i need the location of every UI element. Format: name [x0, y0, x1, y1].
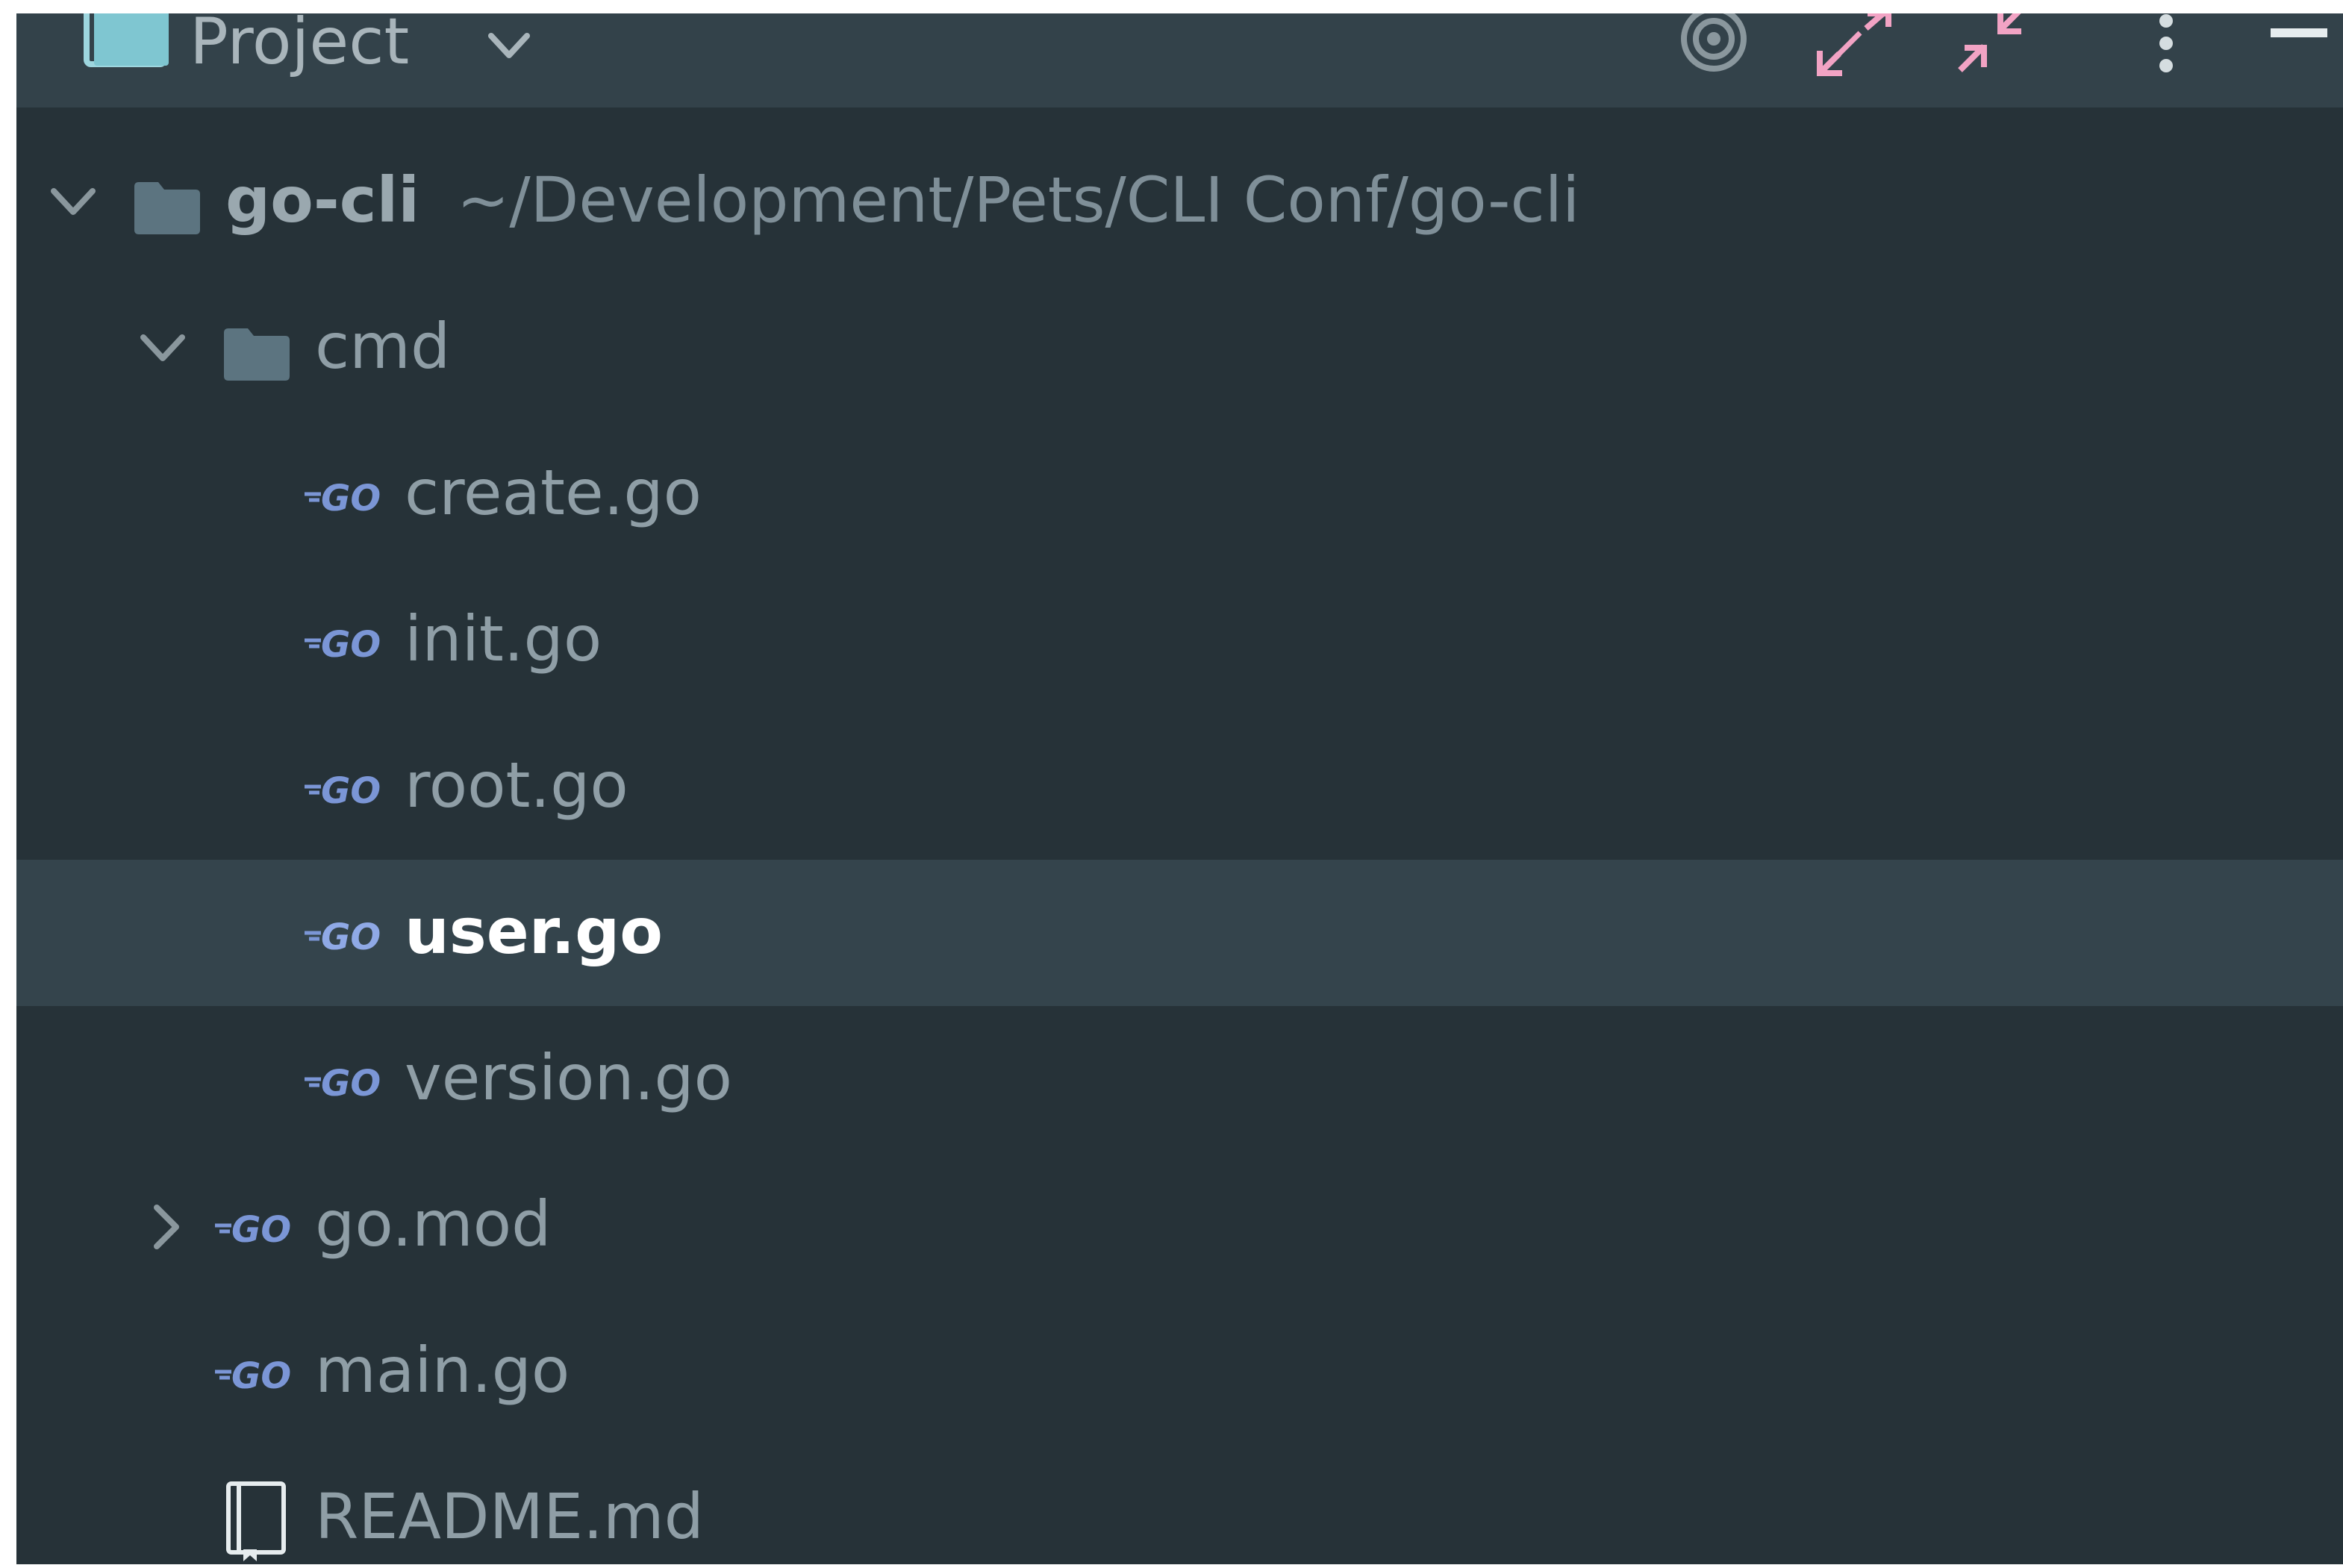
project-tool-window: Project go-cli ~/Development/Pets/CLI Co…	[16, 13, 2343, 1564]
tree-node-path: ~/Development/Pets/CLI Conf/go-cli	[457, 163, 1580, 237]
project-toolbar: Project	[16, 13, 2343, 107]
tree-node-cmd[interactable]: cmd	[16, 275, 2343, 421]
svg-text:GO: GO	[321, 1063, 381, 1102]
go-file-icon: GO	[305, 770, 381, 809]
svg-text:GO: GO	[231, 1209, 291, 1248]
chevron-right-icon[interactable]	[140, 1205, 194, 1249]
go-file-icon: GO	[305, 478, 381, 516]
go-file-icon: GO	[305, 624, 381, 663]
folder-icon	[134, 182, 200, 234]
folder-icon	[224, 328, 290, 381]
tree-node-readme-md[interactable]: README.md	[16, 1445, 2343, 1564]
tree-node-init-go[interactable]: GO init.go	[16, 567, 2343, 713]
tree-node-go-mod[interactable]: GO go.mod	[16, 1152, 2343, 1299]
chevron-down-icon[interactable]	[136, 327, 190, 372]
tree-node-label: main.go	[315, 1334, 570, 1407]
tree-node-label: README.md	[315, 1480, 704, 1553]
readme-file-icon	[226, 1481, 286, 1561]
target-icon[interactable]	[1676, 13, 1751, 78]
tree-node-main-go[interactable]: GO main.go	[16, 1299, 2343, 1445]
tree-node-label: create.go	[405, 456, 702, 529]
tree-node-label: init.go	[405, 602, 602, 675]
collapse-all-icon[interactable]	[1951, 13, 2033, 88]
go-file-icon: GO	[305, 916, 381, 955]
svg-text:GO: GO	[321, 770, 381, 809]
tree-node-create-go[interactable]: GO create.go	[16, 421, 2343, 567]
tree-node-user-go[interactable]: GO user.go	[16, 860, 2343, 1006]
svg-text:GO: GO	[321, 478, 381, 516]
go-file-icon: GO	[215, 1355, 291, 1394]
tree-node-label: go-cli	[225, 163, 420, 237]
tree-node-go-cli[interactable]: go-cli ~/Development/Pets/CLI Conf/go-cl…	[16, 128, 2343, 275]
more-vertical-icon[interactable]	[2151, 13, 2181, 88]
tree-node-label: cmd	[315, 310, 451, 383]
minimize-icon[interactable]	[2265, 13, 2332, 73]
project-title[interactable]: Project	[190, 13, 409, 79]
tree-node-root-go[interactable]: GO root.go	[16, 713, 2343, 860]
tree-node-label: root.go	[405, 749, 628, 822]
project-view-icon[interactable]	[84, 13, 172, 69]
svg-text:GO: GO	[231, 1355, 291, 1394]
tree-node-version-go[interactable]: GO version.go	[16, 1006, 2343, 1152]
go-file-icon: GO	[215, 1209, 291, 1248]
expand-all-icon[interactable]	[1814, 13, 1896, 88]
go-file-icon: GO	[305, 1063, 381, 1102]
tree-node-label: user.go	[405, 895, 663, 968]
tree-node-label: version.go	[405, 1041, 733, 1114]
tree-node-label: go.mod	[315, 1187, 552, 1261]
chevron-down-icon[interactable]	[46, 181, 100, 225]
svg-text:GO: GO	[321, 624, 381, 663]
svg-text:GO: GO	[321, 916, 381, 955]
chevron-down-icon[interactable]	[485, 27, 533, 64]
